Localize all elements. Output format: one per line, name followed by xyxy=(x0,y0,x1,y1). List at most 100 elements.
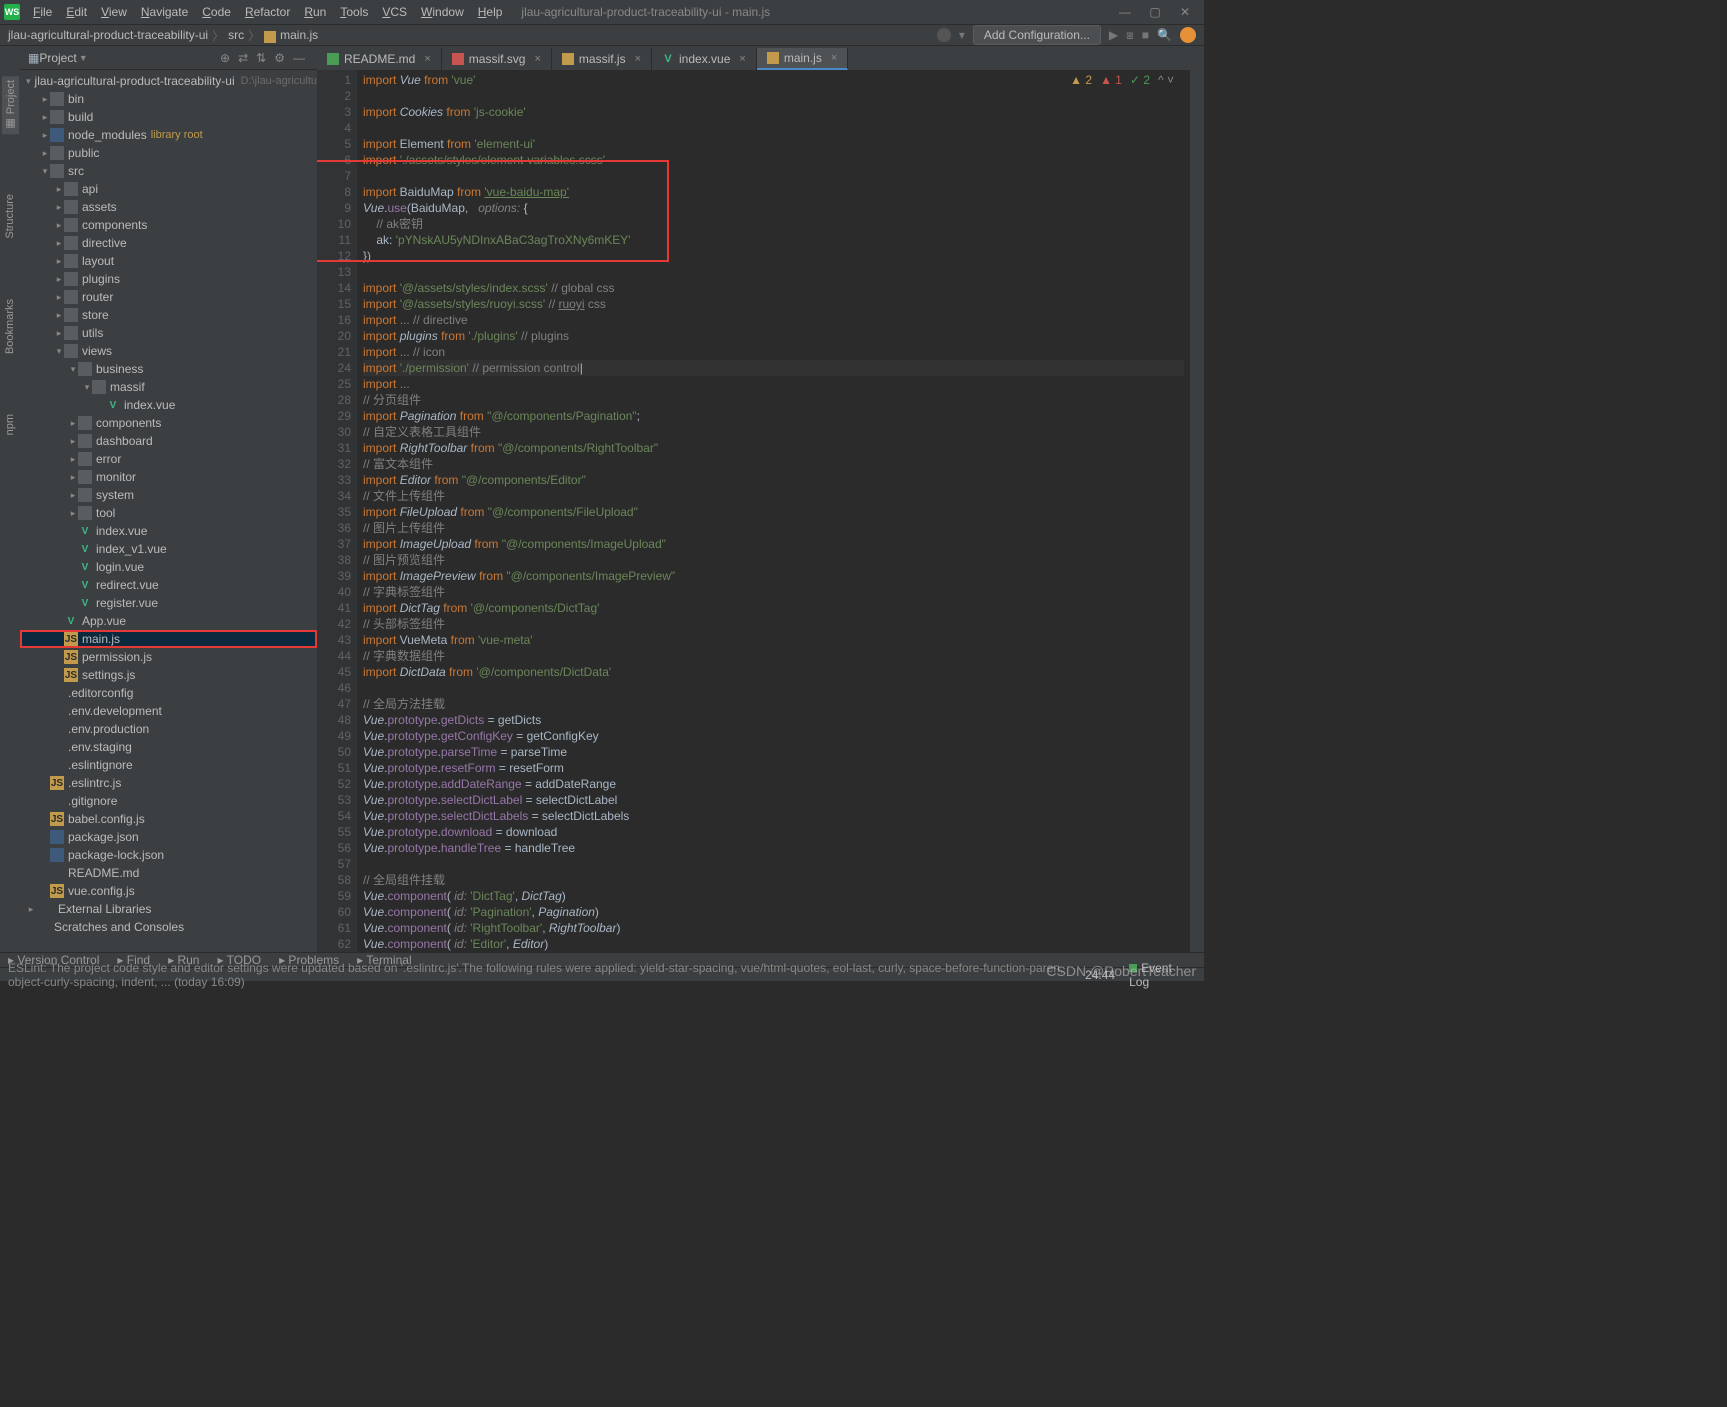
menu-help[interactable]: Help xyxy=(471,5,510,19)
editor-tab[interactable]: main.js× xyxy=(757,48,848,70)
add-configuration-button[interactable]: Add Configuration... xyxy=(973,25,1101,45)
tree-item[interactable]: ▸bin xyxy=(20,90,317,108)
menu-file[interactable]: File xyxy=(26,5,59,19)
tree-item[interactable]: JS.eslintrc.js xyxy=(20,774,317,792)
close-button[interactable]: ✕ xyxy=(1170,5,1200,19)
structure-tool-button[interactable]: Structure xyxy=(4,194,16,239)
ok-count[interactable]: ✓ 2 xyxy=(1130,73,1150,87)
collapse-all-icon[interactable]: ⇅ xyxy=(256,51,266,65)
code-with-me-icon[interactable] xyxy=(937,28,951,42)
errors-count[interactable]: ▲ 1 xyxy=(1100,73,1122,87)
expand-all-icon[interactable]: ⇄ xyxy=(238,51,248,65)
menu-refactor[interactable]: Refactor xyxy=(238,5,297,19)
menu-tools[interactable]: Tools xyxy=(333,5,375,19)
tree-item[interactable]: .gitignore xyxy=(20,792,317,810)
tree-item[interactable]: ▾src xyxy=(20,162,317,180)
tree-item[interactable]: ▸components xyxy=(20,414,317,432)
tree-item[interactable]: ▾jlau-agricultural-product-traceability-… xyxy=(20,72,317,90)
tree-item[interactable]: Vindex.vue xyxy=(20,522,317,540)
editor-tab[interactable]: Vindex.vue× xyxy=(652,48,757,70)
tree-item[interactable]: Vredirect.vue xyxy=(20,576,317,594)
close-tab-icon[interactable]: × xyxy=(534,53,540,65)
menu-view[interactable]: View xyxy=(94,5,134,19)
menu-vcs[interactable]: VCS xyxy=(375,5,414,19)
menu-code[interactable]: Code xyxy=(195,5,238,19)
tree-item[interactable]: .env.development xyxy=(20,702,317,720)
tree-item[interactable]: ▸router xyxy=(20,288,317,306)
menu-navigate[interactable]: Navigate xyxy=(134,5,195,19)
tree-item[interactable]: ▸tool xyxy=(20,504,317,522)
stop-icon[interactable]: ■ xyxy=(1142,28,1149,42)
tree-item[interactable]: README.md xyxy=(20,864,317,882)
editor-tab[interactable]: massif.svg× xyxy=(442,48,552,70)
menu-run[interactable]: Run xyxy=(297,5,333,19)
search-icon[interactable]: 🔍 xyxy=(1157,28,1172,42)
hide-icon[interactable]: — xyxy=(293,51,305,65)
tree-item[interactable]: ▸dashboard xyxy=(20,432,317,450)
close-tab-icon[interactable]: × xyxy=(739,53,745,65)
tree-item[interactable]: ▸assets xyxy=(20,198,317,216)
tree-item[interactable]: ▸api xyxy=(20,180,317,198)
bookmarks-tool-button[interactable]: Bookmarks xyxy=(4,299,16,354)
tree-item[interactable]: VApp.vue xyxy=(20,612,317,630)
tree-item[interactable]: ▾business xyxy=(20,360,317,378)
dropdown-icon[interactable]: ▾ xyxy=(959,28,965,42)
debug-icon[interactable]: ⧆ xyxy=(1126,28,1134,43)
project-tool-button[interactable]: ▦ Project xyxy=(2,76,19,134)
maximize-button[interactable]: ▢ xyxy=(1140,5,1170,19)
project-label[interactable]: Project xyxy=(39,51,76,65)
tree-item[interactable]: ▸components xyxy=(20,216,317,234)
tree-item[interactable]: .env.staging xyxy=(20,738,317,756)
tree-item[interactable]: package-lock.json xyxy=(20,846,317,864)
code-editor[interactable]: 1234567891011121314151620212425282930313… xyxy=(317,70,1190,952)
code-content[interactable]: import Vue from 'vue' import Cookies fro… xyxy=(357,70,1190,952)
tree-item[interactable]: JSsettings.js xyxy=(20,666,317,684)
tree-item[interactable]: JSpermission.js xyxy=(20,648,317,666)
close-tab-icon[interactable]: × xyxy=(831,52,837,64)
crumb-file[interactable]: main.js xyxy=(280,28,318,42)
tree-item[interactable]: Vlogin.vue xyxy=(20,558,317,576)
tree-item[interactable]: ▸External Libraries xyxy=(20,900,317,918)
tree-item[interactable]: JSvue.config.js xyxy=(20,882,317,900)
tree-item[interactable]: .editorconfig xyxy=(20,684,317,702)
close-tab-icon[interactable]: × xyxy=(424,53,430,65)
close-tab-icon[interactable]: × xyxy=(635,53,641,65)
tree-item[interactable]: ▸directive xyxy=(20,234,317,252)
tree-item[interactable]: Scratches and Consoles xyxy=(20,918,317,936)
editor-tab[interactable]: massif.js× xyxy=(552,48,652,70)
minimize-button[interactable]: — xyxy=(1110,5,1140,19)
tree-item[interactable]: ▸node_moduleslibrary root xyxy=(20,126,317,144)
tree-item[interactable]: ▸plugins xyxy=(20,270,317,288)
tree-item[interactable]: JSmain.js xyxy=(20,630,317,648)
tree-item[interactable]: ▾massif xyxy=(20,378,317,396)
tree-item[interactable]: ▸build xyxy=(20,108,317,126)
tree-item[interactable]: .eslintignore xyxy=(20,756,317,774)
tree-item[interactable]: ▸layout xyxy=(20,252,317,270)
run-icon[interactable]: ▶ xyxy=(1109,28,1118,42)
warnings-count[interactable]: ▲ 2 xyxy=(1070,73,1092,87)
tree-item[interactable]: Vregister.vue xyxy=(20,594,317,612)
user-avatar[interactable] xyxy=(1180,27,1196,43)
inspection-widget[interactable]: ▲ 2 ▲ 1 ✓ 2 ^ ˅ xyxy=(1070,73,1174,87)
menu-window[interactable]: Window xyxy=(414,5,471,19)
tree-item[interactable]: Vindex_v1.vue xyxy=(20,540,317,558)
tree-item[interactable]: ▾views xyxy=(20,342,317,360)
tree-item[interactable]: ▸public xyxy=(20,144,317,162)
tree-item[interactable]: ▸system xyxy=(20,486,317,504)
file-tree[interactable]: ▾jlau-agricultural-product-traceability-… xyxy=(20,70,317,952)
tree-item[interactable]: ▸store xyxy=(20,306,317,324)
tree-item[interactable]: ▸error xyxy=(20,450,317,468)
tree-item[interactable]: ▸utils xyxy=(20,324,317,342)
tree-item[interactable]: package.json xyxy=(20,828,317,846)
npm-tool-button[interactable]: npm xyxy=(4,414,16,435)
tree-item[interactable]: JSbabel.config.js xyxy=(20,810,317,828)
crumb-root[interactable]: jlau-agricultural-product-traceability-u… xyxy=(8,28,208,42)
editor-tab[interactable]: README.md× xyxy=(317,48,442,70)
project-dropdown-icon[interactable]: ▼ xyxy=(79,53,88,63)
tree-item[interactable]: ▸monitor xyxy=(20,468,317,486)
insp-nav[interactable]: ^ ˅ xyxy=(1158,73,1174,87)
tree-item[interactable]: .env.production xyxy=(20,720,317,738)
select-opened-file-icon[interactable]: ⊕ xyxy=(220,51,230,65)
crumb-src[interactable]: src xyxy=(228,28,244,42)
settings-icon[interactable]: ⚙ xyxy=(274,51,285,65)
